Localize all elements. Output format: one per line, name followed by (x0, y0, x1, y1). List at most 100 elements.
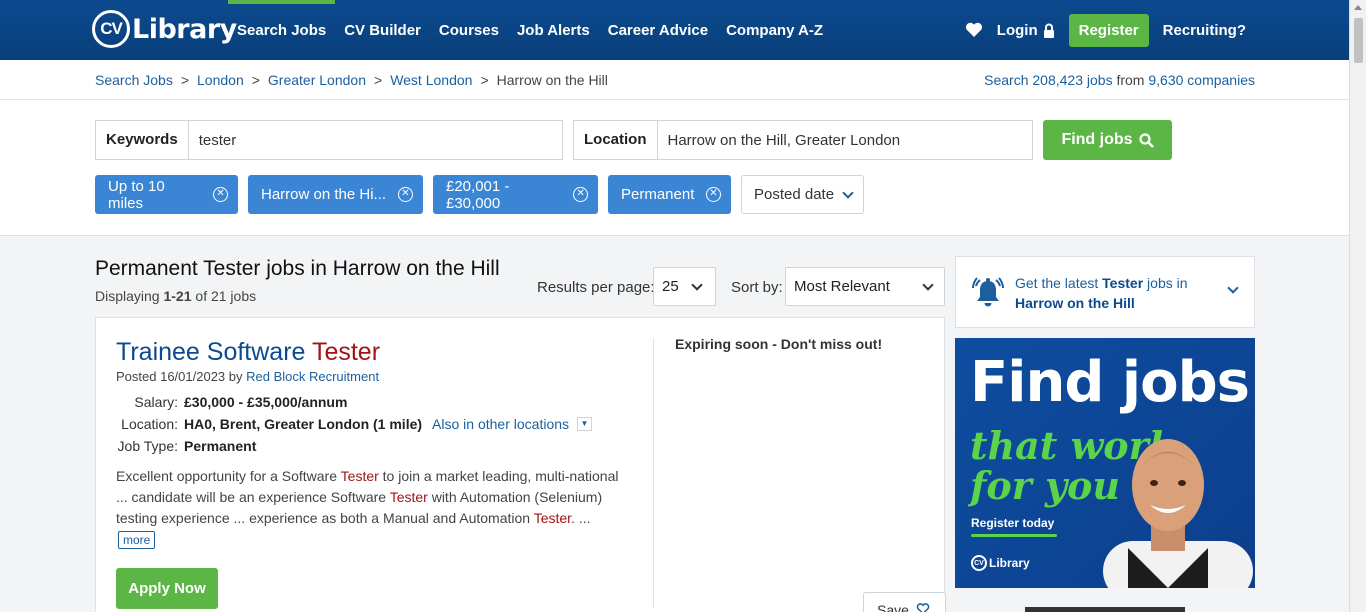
chevron-down-icon (842, 186, 854, 199)
search-icon (1138, 132, 1154, 148)
desc-text: . ... (571, 510, 591, 526)
salary-value: £30,000 - £35,000/annum (184, 394, 348, 410)
job-location-row: Location: HA0, Brent, Greater London (1 … (116, 413, 593, 435)
breadcrumb: Search Jobs > London > Greater London > … (95, 72, 608, 88)
breadcrumb-current: Harrow on the Hill (496, 72, 608, 88)
remove-filter-icon[interactable]: ✕ (573, 187, 588, 202)
stats-companies-count[interactable]: 9,630 companies (1148, 72, 1255, 88)
ad-cv-library-logo: CV Library (971, 555, 1030, 571)
job-type-value: Permanent (184, 438, 257, 454)
remove-filter-icon[interactable]: ✕ (706, 187, 721, 202)
breadcrumb-separator: > (180, 72, 190, 88)
chevron-down-icon (691, 278, 703, 291)
cv-library-logo[interactable]: CV Library (92, 9, 237, 49)
alert-middle: jobs in (1147, 275, 1188, 291)
job-company-link[interactable]: Red Block Recruitment (246, 369, 379, 384)
scroll-up-arrow-icon[interactable] (1354, 5, 1362, 10)
stats-prefix[interactable]: Search (984, 72, 1028, 88)
breadcrumb-bar: Search Jobs > London > Greater London > … (0, 60, 1349, 100)
nav-cv-builder[interactable]: CV Builder (335, 0, 430, 60)
nav-courses[interactable]: Courses (430, 0, 508, 60)
salary-label: Salary: (134, 394, 178, 410)
remove-filter-icon[interactable]: ✕ (398, 187, 413, 202)
other-locations-toggle[interactable]: Also in other locations ▼ (432, 413, 593, 435)
filter-chip-job-type[interactable]: Permanent ✕ (608, 175, 731, 214)
find-jobs-label: Find jobs (1061, 131, 1133, 148)
job-posted-line: Posted 16/01/2023 by Red Block Recruitme… (116, 369, 379, 384)
filter-chip-label: Harrow on the Hi... (261, 186, 387, 203)
posted-date-dropdown[interactable]: Posted date (741, 175, 864, 214)
remove-filter-icon[interactable]: ✕ (213, 187, 228, 202)
nav-career-advice[interactable]: Career Advice (599, 0, 717, 60)
breadcrumb-greater-london[interactable]: Greater London (268, 72, 366, 88)
alert-keyword: Tester (1102, 275, 1144, 291)
stats-from: from (1116, 72, 1145, 88)
job-alert-text: Get the latest Tester jobs in Harrow on … (1015, 273, 1215, 313)
job-card: Trainee Software Tester Posted 16/01/202… (95, 317, 946, 612)
recruiting-link[interactable]: Recruiting? (1163, 22, 1246, 39)
job-title-link[interactable]: Trainee Software Tester (116, 338, 380, 367)
other-locations-label: Also in other locations (432, 416, 570, 432)
filter-chip-label: £20,001 - £30,000 (446, 177, 510, 212)
breadcrumb-west-london[interactable]: West London (390, 72, 472, 88)
nav-search-jobs[interactable]: Search Jobs (228, 0, 336, 60)
secondary-advert[interactable] (1025, 607, 1185, 612)
results-per-page-value: 25 (662, 278, 679, 295)
nav-right-actions: Login Register Recruiting? (965, 13, 1246, 47)
top-navbar: CV Library Search Jobs CV Builder Course… (0, 0, 1349, 60)
advert-banner[interactable]: Find jobs that work for you Register tod… (955, 338, 1255, 588)
login-link[interactable]: Login (997, 22, 1055, 39)
logo-wordmark: Library (132, 13, 237, 45)
ad-person-image (1103, 439, 1253, 588)
displaying-range: 1-21 (163, 288, 192, 304)
job-alert-box[interactable]: Get the latest Tester jobs in Harrow on … (955, 256, 1255, 328)
ad-logo-mark: CV (971, 555, 987, 571)
job-salary-row: Salary: £30,000 - £35,000/annum (116, 391, 592, 413)
keywords-label: Keywords (96, 121, 189, 159)
keywords-input[interactable] (188, 121, 562, 159)
nav-job-alerts[interactable]: Job Alerts (508, 0, 599, 60)
location-input[interactable] (657, 121, 1032, 159)
register-button[interactable]: Register (1068, 13, 1149, 47)
nav-company-a-z[interactable]: Company A-Z (717, 0, 832, 60)
location-label: Location: (121, 416, 178, 432)
sort-by-select[interactable]: Most Relevant (785, 267, 945, 306)
posted-date-label: Posted date (754, 186, 835, 203)
save-label: Save (877, 602, 909, 612)
results-per-page-label: Results per page: (537, 279, 655, 296)
find-jobs-button[interactable]: Find jobs (1043, 120, 1172, 160)
breadcrumb-search-jobs[interactable]: Search Jobs (95, 72, 173, 88)
job-title-text: Trainee Software (116, 338, 306, 366)
expiring-soon-notice: Expiring soon - Don't miss out! (675, 336, 883, 352)
job-details: Salary: £30,000 - £35,000/annum Location… (116, 391, 593, 457)
chevron-down-icon (922, 278, 934, 291)
job-description: Excellent opportunity for a Software Tes… (116, 466, 631, 550)
filter-chip-salary[interactable]: £20,001 - £30,000 ✕ (433, 175, 598, 214)
apply-now-button[interactable]: Apply Now (116, 568, 218, 609)
scroll-thumb[interactable] (1354, 18, 1363, 63)
filter-chip-location[interactable]: Harrow on the Hi... ✕ (248, 175, 423, 214)
heart-icon[interactable] (965, 22, 983, 38)
results-per-page-select[interactable]: 25 (653, 267, 716, 306)
more-button[interactable]: more (118, 531, 156, 549)
alert-prefix: Get the latest (1015, 275, 1099, 291)
triangle-down-icon: ▼ (577, 417, 593, 431)
filter-chip-distance[interactable]: Up to 10 miles ✕ (95, 175, 238, 214)
job-title-keyword: Tester (311, 338, 381, 366)
bell-alert-icon (972, 277, 1004, 307)
stats-jobs-count[interactable]: 208,423 jobs (1032, 72, 1112, 88)
ad-title: Find jobs (970, 350, 1250, 415)
save-job-button[interactable]: Save (863, 592, 946, 612)
page-scrollbar[interactable] (1349, 0, 1366, 612)
breadcrumb-separator: > (374, 72, 383, 88)
alert-place: Harrow on the Hill (1015, 295, 1135, 311)
job-type-row: Job Type: Permanent (116, 435, 592, 457)
breadcrumb-separator: > (251, 72, 260, 88)
ad-register-text: Register today (971, 516, 1055, 530)
location-field: Location (573, 120, 1033, 160)
job-type-label: Job Type: (117, 438, 178, 454)
filter-chip-label: Permanent (621, 186, 695, 203)
desc-keyword: Tester (340, 468, 379, 484)
breadcrumb-london[interactable]: London (197, 72, 244, 88)
chevron-down-icon (1227, 282, 1239, 294)
